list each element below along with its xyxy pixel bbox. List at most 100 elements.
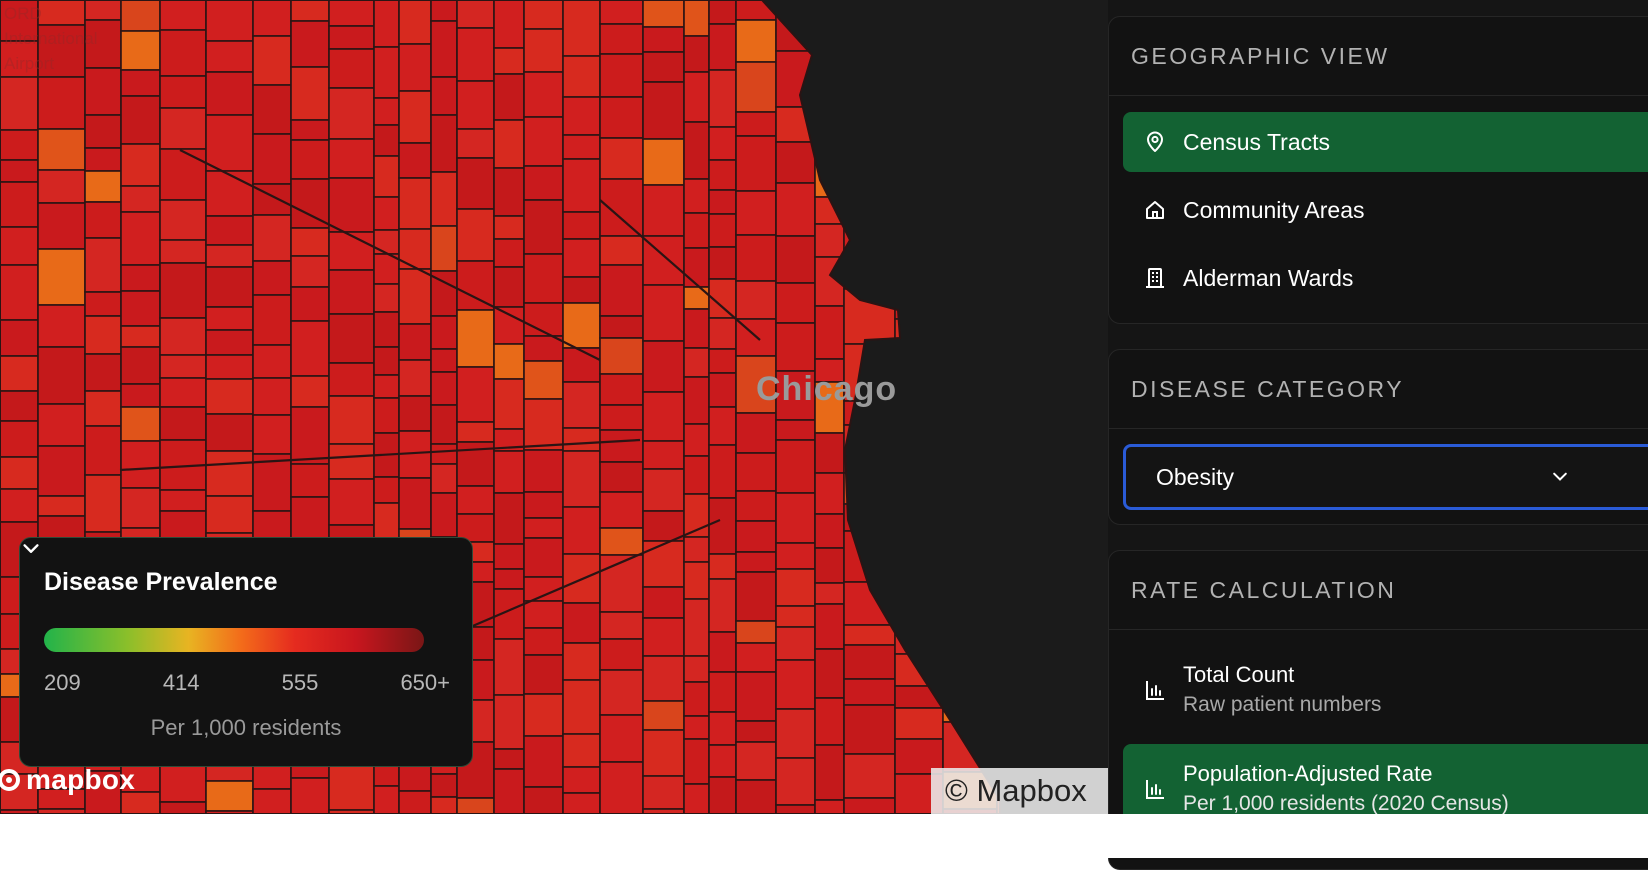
census-tract[interactable] xyxy=(0,181,39,228)
census-tract[interactable] xyxy=(523,253,564,304)
census-tract[interactable] xyxy=(373,374,400,399)
census-tract[interactable] xyxy=(683,455,710,495)
census-tract[interactable] xyxy=(775,235,816,284)
census-tract[interactable] xyxy=(205,354,254,380)
census-tract[interactable] xyxy=(599,527,644,556)
choropleth-map[interactable]: ORD International Airport Chicago mapbox… xyxy=(0,0,1108,814)
census-tract[interactable] xyxy=(493,266,525,308)
census-tract[interactable] xyxy=(398,268,432,325)
census-tract[interactable] xyxy=(562,642,601,681)
census-tract[interactable] xyxy=(252,214,292,262)
census-tract[interactable] xyxy=(996,118,1044,163)
census-tract[interactable] xyxy=(290,255,330,288)
census-tract[interactable] xyxy=(814,799,845,814)
census-tract[interactable] xyxy=(493,768,525,814)
census-tract[interactable] xyxy=(996,674,1044,702)
census-tract[interactable] xyxy=(683,121,710,180)
mapbox-logo[interactable]: mapbox xyxy=(0,763,135,797)
census-tract[interactable] xyxy=(84,114,122,149)
census-tract[interactable] xyxy=(708,671,737,713)
census-tract[interactable] xyxy=(843,797,896,814)
census-tract[interactable] xyxy=(523,537,564,578)
census-tract[interactable] xyxy=(120,69,161,97)
census-tract[interactable] xyxy=(775,182,816,237)
census-tract[interactable] xyxy=(814,223,845,258)
census-tract[interactable] xyxy=(328,0,375,27)
census-tract[interactable] xyxy=(599,669,644,716)
census-tract[interactable] xyxy=(373,0,400,48)
census-tract[interactable] xyxy=(942,721,998,773)
census-tract[interactable] xyxy=(37,346,86,405)
census-tract[interactable] xyxy=(775,568,816,607)
census-tract[interactable] xyxy=(894,478,944,525)
census-tract[interactable] xyxy=(683,536,710,563)
census-tract[interactable] xyxy=(599,315,644,339)
census-tract[interactable] xyxy=(159,317,207,356)
census-tract[interactable] xyxy=(735,135,777,192)
census-tract[interactable] xyxy=(493,492,525,545)
census-tract[interactable] xyxy=(843,166,896,194)
census-tract[interactable] xyxy=(493,306,525,345)
census-tract[interactable] xyxy=(775,659,816,710)
census-tract[interactable] xyxy=(328,362,375,397)
census-tract[interactable] xyxy=(562,679,601,735)
census-tract[interactable] xyxy=(735,741,777,781)
census-tract[interactable] xyxy=(373,397,400,434)
census-tract[interactable] xyxy=(708,348,737,374)
census-tract[interactable] xyxy=(775,708,816,759)
census-tract[interactable] xyxy=(523,0,564,30)
census-tract[interactable] xyxy=(252,84,292,135)
census-tract[interactable] xyxy=(894,181,944,212)
census-tract[interactable] xyxy=(642,729,685,777)
census-tract[interactable] xyxy=(493,47,525,75)
chevron-down-icon[interactable] xyxy=(20,538,42,560)
census-tract[interactable] xyxy=(894,318,944,374)
census-tract[interactable] xyxy=(430,225,458,272)
census-tract[interactable] xyxy=(456,128,495,159)
census-tract[interactable] xyxy=(708,23,737,71)
census-tract[interactable] xyxy=(84,67,122,116)
census-tract[interactable] xyxy=(523,735,564,788)
census-tract[interactable] xyxy=(430,371,458,406)
option-total-count[interactable]: Total Count Raw patient numbers xyxy=(1123,645,1648,735)
census-tract[interactable] xyxy=(373,196,400,231)
census-tract[interactable] xyxy=(84,474,122,533)
census-tract[interactable] xyxy=(523,71,564,118)
census-tract[interactable] xyxy=(996,449,1044,481)
census-tract[interactable] xyxy=(642,26,685,53)
census-tract[interactable] xyxy=(708,159,737,191)
census-tract[interactable] xyxy=(523,693,564,737)
census-tract[interactable] xyxy=(708,711,737,746)
census-tract[interactable] xyxy=(456,309,495,368)
census-tract[interactable] xyxy=(843,753,896,799)
census-tract[interactable] xyxy=(562,134,601,160)
census-tract[interactable] xyxy=(942,0,998,54)
census-tract[interactable] xyxy=(996,628,1044,676)
census-tract[interactable] xyxy=(894,372,944,401)
census-tract[interactable] xyxy=(996,209,1044,232)
census-tract[interactable] xyxy=(642,775,685,810)
census-tract[interactable] xyxy=(599,611,644,640)
census-tract[interactable] xyxy=(562,158,601,213)
census-tract[interactable] xyxy=(328,25,375,50)
census-tract[interactable] xyxy=(159,148,207,201)
census-tract[interactable] xyxy=(996,54,1044,93)
census-tract[interactable] xyxy=(328,395,375,445)
census-tract[interactable] xyxy=(205,266,254,308)
option-census-tracts[interactable]: Census Tracts xyxy=(1123,112,1648,172)
census-tract[interactable] xyxy=(84,170,122,203)
census-tract[interactable] xyxy=(599,714,644,763)
census-tract[interactable] xyxy=(996,185,1044,211)
census-tract[interactable] xyxy=(996,529,1044,573)
census-tract[interactable] xyxy=(328,478,375,526)
census-tract[interactable] xyxy=(683,561,710,600)
census-tract[interactable] xyxy=(942,260,998,286)
census-tract[interactable] xyxy=(373,229,400,255)
census-tract[interactable] xyxy=(843,82,896,139)
census-tract[interactable] xyxy=(942,52,998,85)
census-tract[interactable] xyxy=(398,395,432,432)
census-tract[interactable] xyxy=(562,450,601,508)
census-tract[interactable] xyxy=(252,377,292,416)
census-tract[interactable] xyxy=(683,247,710,288)
census-tract[interactable] xyxy=(84,291,122,317)
